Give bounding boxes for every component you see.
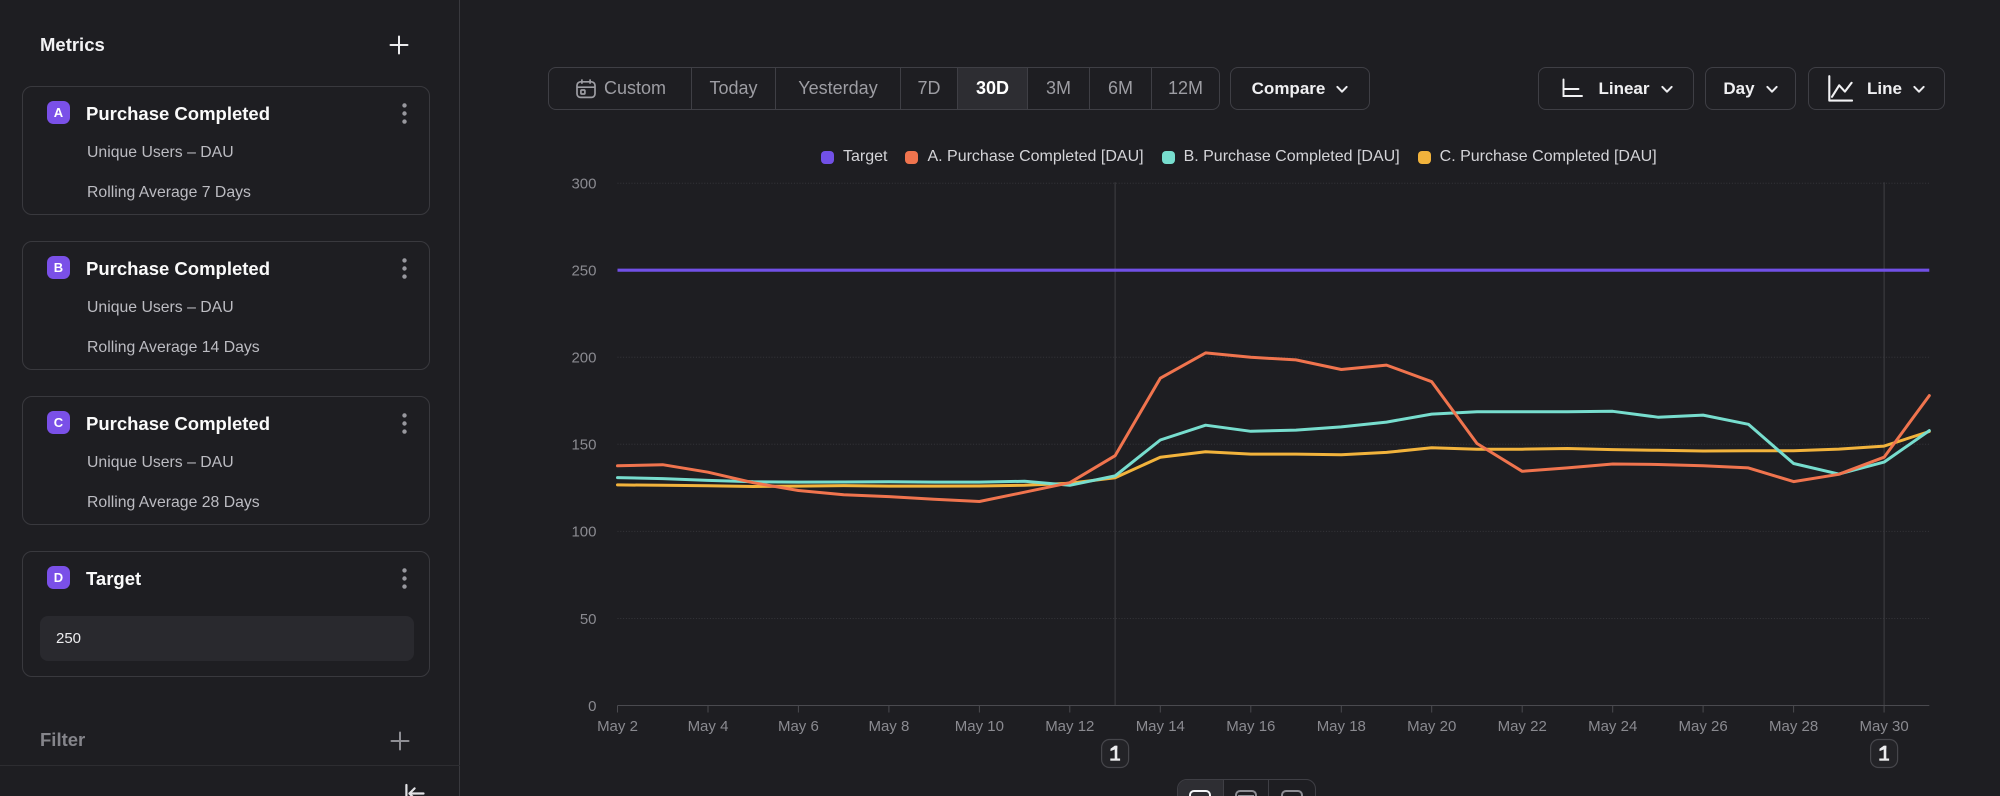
svg-text:May 28: May 28 xyxy=(1769,718,1818,735)
svg-text:May 22: May 22 xyxy=(1498,718,1547,735)
svg-text:300: 300 xyxy=(571,176,596,193)
svg-text:May 8: May 8 xyxy=(868,718,909,735)
svg-text:May 2: May 2 xyxy=(597,718,638,735)
svg-text:250: 250 xyxy=(571,263,596,280)
svg-text:150: 150 xyxy=(571,437,596,454)
svg-text:100: 100 xyxy=(571,524,596,541)
svg-text:May 24: May 24 xyxy=(1588,718,1637,735)
svg-text:May 6: May 6 xyxy=(778,718,819,735)
svg-text:0: 0 xyxy=(588,698,596,715)
svg-text:50: 50 xyxy=(580,611,597,628)
svg-text:May 10: May 10 xyxy=(955,718,1004,735)
svg-text:May 12: May 12 xyxy=(1045,718,1094,735)
svg-text:May 30: May 30 xyxy=(1859,718,1908,735)
svg-text:May 18: May 18 xyxy=(1317,718,1366,735)
svg-text:May 26: May 26 xyxy=(1678,718,1727,735)
svg-text:May 14: May 14 xyxy=(1136,718,1185,735)
svg-text:May 4: May 4 xyxy=(688,718,729,735)
svg-text:May 20: May 20 xyxy=(1407,718,1456,735)
svg-text:200: 200 xyxy=(571,350,596,367)
svg-text:May 16: May 16 xyxy=(1226,718,1275,735)
